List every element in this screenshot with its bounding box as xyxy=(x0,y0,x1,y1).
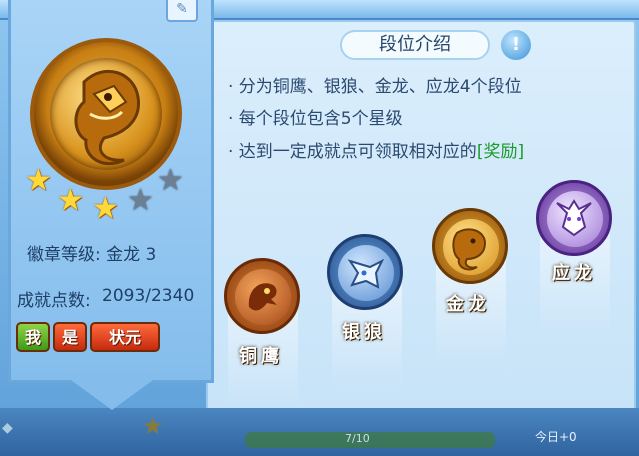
achievement-points-value: 2093/2340 xyxy=(102,286,195,306)
title-tag-1: 我 xyxy=(16,322,50,352)
rank-name-winged: 应龙 xyxy=(552,263,596,284)
info-icon[interactable]: ! xyxy=(501,30,531,60)
title-tag-2: 是 xyxy=(53,322,87,352)
rank-name-silver: 银狼 xyxy=(342,322,386,343)
bottom-star-icon: ★ xyxy=(142,412,164,440)
desc-line-3: · 达到一定成就点可领取相对应的[奖励] xyxy=(228,137,524,162)
desc-line-3-text: · 达到一定成就点可领取相对应的 xyxy=(228,142,477,162)
desc-line-1: · 分为铜鹰、银狼、金龙、应龙4个段位 xyxy=(228,77,522,97)
bottom-right-text: 今日+0 xyxy=(535,430,577,444)
desc-line-2: · 每个段位包含5个星级 xyxy=(228,109,403,129)
star-1-icon: ★ xyxy=(25,163,52,198)
star-3-icon: ★ xyxy=(92,191,119,226)
copper-eagle-icon[interactable] xyxy=(224,258,300,334)
bottom-progress-text: 7/10 xyxy=(345,432,370,445)
silver-wolf-icon[interactable] xyxy=(327,234,403,310)
star-5-icon: ★ xyxy=(157,163,184,198)
achievement-points-label: 成就点数: xyxy=(17,291,91,311)
badge-card-tip xyxy=(60,372,164,410)
star-2-icon: ★ xyxy=(57,183,84,218)
rank-name-copper: 铜鹰 xyxy=(239,346,283,367)
badge-level-label: 徽章等级: 金龙 3 xyxy=(27,245,157,265)
bottom-decor-icon: ◆ xyxy=(2,420,13,436)
gold-dragon-icon[interactable] xyxy=(432,208,508,284)
reward-link[interactable]: [奖励] xyxy=(477,142,524,162)
panel-title: 段位介绍 xyxy=(340,30,490,60)
edit-icon[interactable]: ✎ xyxy=(166,0,198,22)
rank-name-gold: 金龙 xyxy=(446,294,490,315)
winged-dragon-icon[interactable] xyxy=(536,180,612,256)
star-4-icon: ★ xyxy=(127,183,154,218)
title-tag-3: 状元 xyxy=(90,322,160,352)
bottom-progress-bar xyxy=(245,432,495,448)
